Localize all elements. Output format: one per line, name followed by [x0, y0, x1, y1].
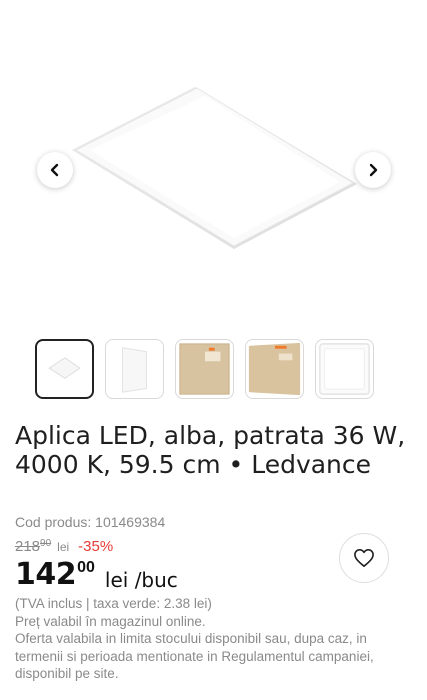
- online-price-note: Preț valabil în magazinul online.: [15, 613, 206, 629]
- thumb-panel-side[interactable]: [105, 339, 164, 399]
- panel-thumbnail-image: [48, 357, 81, 379]
- current-price: 142 00 lei /buc: [15, 556, 178, 594]
- chevron-left-icon: [50, 163, 59, 177]
- gallery-next-button[interactable]: [355, 152, 391, 188]
- panel-back-thumbnail-image: [319, 343, 370, 395]
- old-price-integer: 218: [15, 538, 41, 555]
- thumb-panel-back[interactable]: [315, 339, 374, 399]
- price-integer: 142: [15, 557, 77, 592]
- vat-note: (TVA inclus | taxa verde: 2.38 lei): [15, 596, 212, 611]
- box-angle-thumbnail-image: [248, 342, 301, 396]
- price-decimals: 00: [77, 559, 95, 576]
- old-price: 218 90 lei -35%: [15, 538, 113, 555]
- gallery-prev-button[interactable]: [37, 152, 73, 188]
- thumb-box-front[interactable]: [175, 339, 234, 399]
- panel-side-thumbnail-image: [121, 347, 148, 393]
- thumb-panel-front[interactable]: [35, 339, 94, 399]
- chevron-right-icon: [369, 163, 378, 177]
- heart-icon: [354, 549, 374, 567]
- old-price-currency: lei: [57, 540, 70, 554]
- product-gallery: [0, 0, 427, 330]
- box-thumbnail-image: [179, 343, 230, 395]
- old-price-decimals: 90: [40, 538, 52, 549]
- add-to-favorites-button[interactable]: [339, 533, 389, 583]
- discount-badge: -35%: [78, 538, 114, 555]
- thumbnail-strip: [35, 339, 395, 399]
- price-unit: lei /buc: [104, 568, 178, 592]
- price-notes: (TVA inclus | taxa verde: 2.38 lei) Preț…: [15, 595, 415, 683]
- thumb-box-angle[interactable]: [245, 339, 304, 399]
- product-title: Aplica LED, alba, patrata 36 W, 4000 K, …: [15, 421, 406, 479]
- offer-terms-note: Oferta valabila in limita stocului dispo…: [15, 631, 374, 681]
- product-code: Cod produs: 101469384: [15, 514, 166, 530]
